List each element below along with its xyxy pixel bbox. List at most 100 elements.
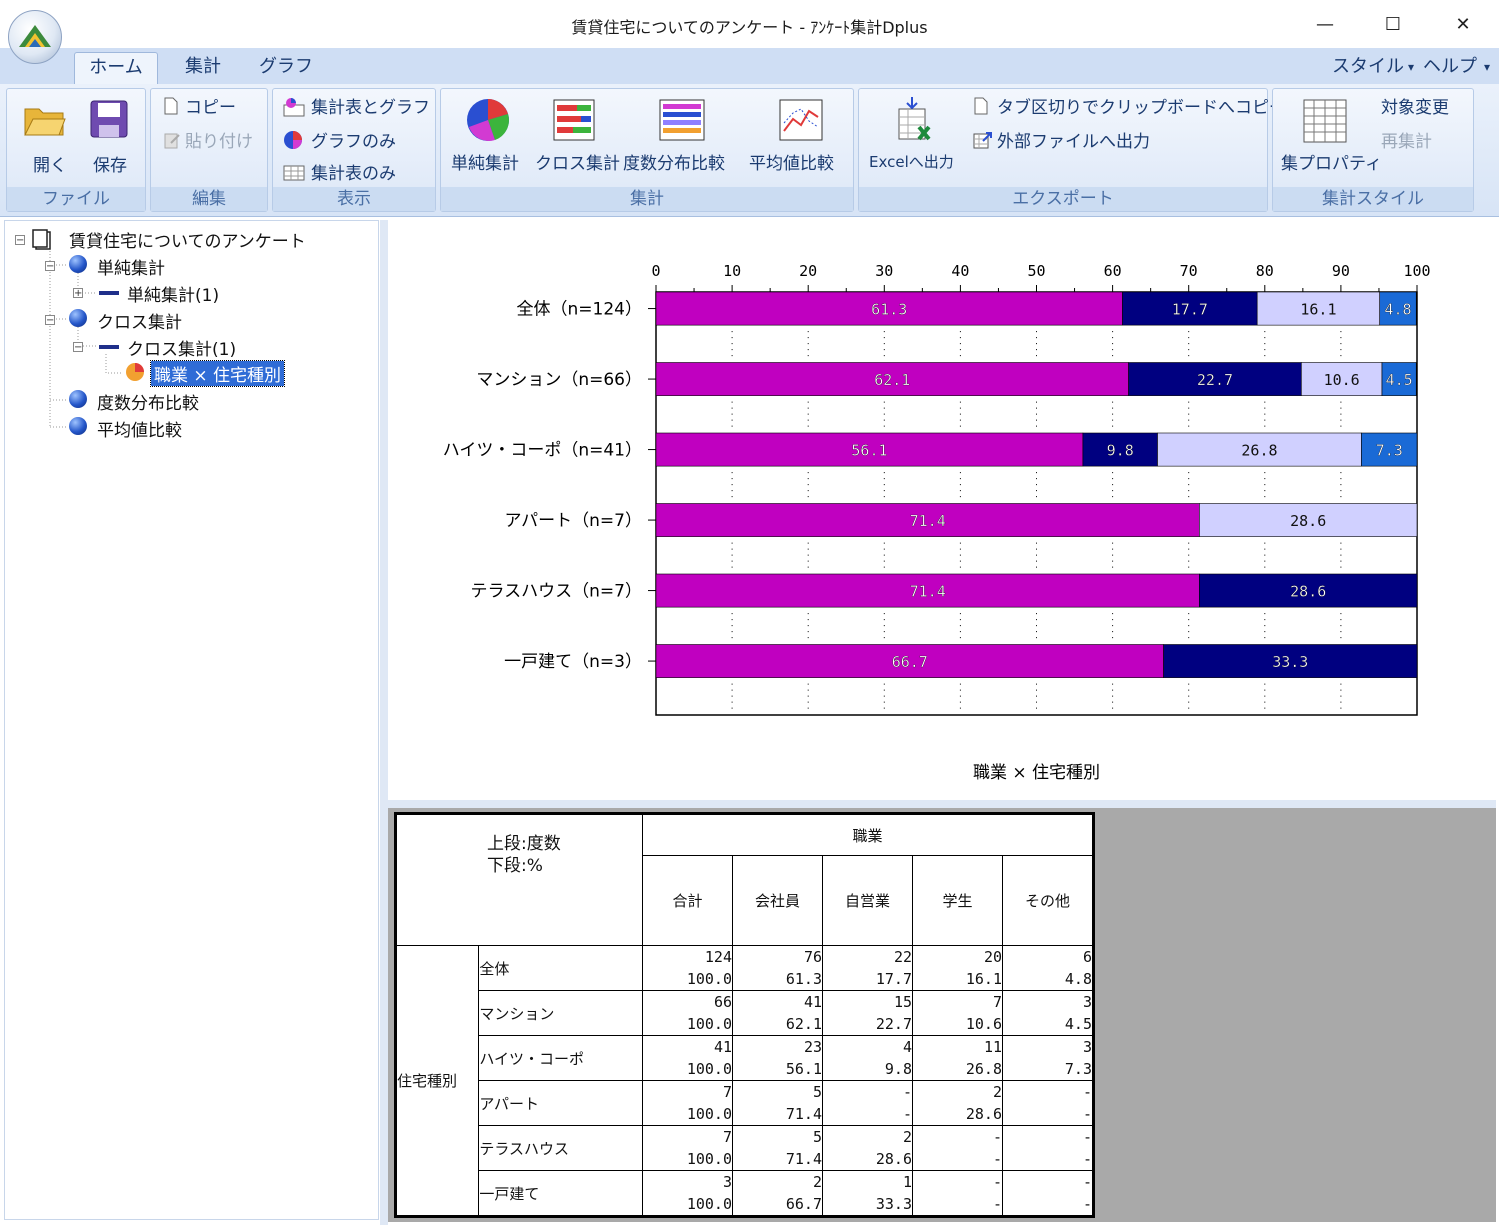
table-cell: 23 56.1 (732, 1035, 823, 1081)
close-button[interactable]: ✕ (1440, 6, 1486, 42)
table-row: テラスハウス 7 100.0 5 71.4 2 28.6- - - - (396, 1125, 1094, 1171)
cell-percent: 100.0 (686, 1060, 732, 1078)
cell-count: 7 (992, 993, 1002, 1011)
row-label: テラスハウス (478, 1125, 643, 1171)
copy-icon (164, 97, 178, 115)
graph-only-button[interactable]: グラフのみ (281, 127, 431, 155)
simple-aggregate-button[interactable]: 単純集計 (445, 93, 531, 174)
tree-cross-leaf[interactable]: 職業 × 住宅種別 (149, 360, 286, 387)
clipboard-copy-button[interactable]: タブ区切りでクリップボードへコピー (971, 93, 1286, 119)
data-label: 33.3 (1272, 653, 1308, 671)
cell-count: 4 (902, 1038, 912, 1056)
tree-cross-child[interactable]: クロス集計(1) (127, 335, 236, 360)
simple-aggregate-label: 単純集計 (451, 154, 519, 174)
table-cell: 5 71.4 (732, 1125, 823, 1171)
document-icon (32, 229, 51, 250)
freq-compare-button[interactable]: 度数分布比較 (621, 93, 745, 174)
col-header-self-employed: 自営業 (822, 855, 913, 946)
cell-count: 3 (1082, 993, 1092, 1011)
table-cell: 7 100.0 (642, 1080, 733, 1126)
cell-percent: - (992, 1150, 1002, 1168)
help-menu[interactable]: ヘルプ (1420, 52, 1480, 84)
open-button[interactable]: 開く (17, 95, 73, 176)
chart-pane: 0 10 20 30 40 50 60 70 80 90 100 全体（n=124） 61.3 17.7 1… (388, 224, 1496, 800)
tree-root[interactable]: 賃貸住宅についてのアンケート (69, 227, 306, 252)
cross-child-collapse-toggle[interactable]: − (73, 342, 83, 353)
table-corner: 上段:度数 下段:% (395, 813, 643, 946)
cell-count: - (992, 1128, 1002, 1146)
cell-count: 3 (1082, 1038, 1092, 1056)
cell-percent: 4.5 (1064, 1015, 1092, 1033)
category-label: アパート（n=7） (505, 511, 643, 531)
tree-simple-child[interactable]: 単純集計(1) (127, 281, 219, 306)
tree-cross[interactable]: クロス集計 (97, 308, 182, 333)
tree-freq[interactable]: 度数分布比較 (97, 389, 199, 414)
table-row: 一戸建て 3 100.0 2 66.7 1 33.3- - - - (396, 1170, 1094, 1217)
horizontal-splitter[interactable] (388, 800, 1496, 808)
external-file-export-label: 外部ファイルへ出力 (997, 132, 1150, 152)
pie-chart-icon (126, 363, 144, 381)
cell-percent: 71.4 (785, 1105, 822, 1123)
tab-home[interactable]: ホーム (74, 52, 158, 84)
table-cell: 6 4.8 (1002, 945, 1094, 991)
excel-export-button[interactable]: Excelへ出力 (865, 93, 965, 173)
cell-count: - (1082, 1083, 1092, 1101)
vertical-splitter[interactable] (380, 220, 388, 1225)
style-menu[interactable]: スタイル (1330, 52, 1406, 84)
cell-count: 124 (704, 948, 732, 966)
pie-chart-icon (284, 131, 302, 149)
data-label: 16.1 (1300, 301, 1336, 319)
tree-mean[interactable]: 平均値比較 (97, 416, 182, 441)
table-and-graph-button[interactable]: 集計表とグラフ (281, 93, 435, 121)
cell-percent: 100.0 (686, 1150, 732, 1168)
cell-count: - (1082, 1128, 1092, 1146)
x-tick-label: 100 (1403, 262, 1430, 280)
mean-compare-label: 平均値比較 (749, 154, 834, 174)
minimize-button[interactable]: — (1302, 6, 1348, 42)
table-cell: 7 100.0 (642, 1125, 733, 1171)
maximize-button[interactable]: ☐ (1370, 6, 1416, 42)
paste-button[interactable]: 貼り付け (161, 127, 265, 153)
table-cell: 41 100.0 (642, 1035, 733, 1081)
table-cell: 124 100.0 (642, 945, 733, 991)
data-label: 9.8 (1107, 442, 1134, 460)
cell-count: 2 (812, 1173, 822, 1191)
cross-collapse-toggle[interactable]: − (45, 315, 55, 326)
tree-simple[interactable]: 単純集計 (97, 254, 165, 279)
mean-compare-button[interactable]: 平均値比較 (747, 93, 853, 174)
external-file-export-button[interactable]: 外部ファイルへ出力 (971, 127, 1171, 153)
help-dropdown-icon[interactable]: ▾ (1480, 52, 1494, 84)
cell-count: 76 (803, 948, 822, 966)
table-only-button[interactable]: 集計表のみ (281, 161, 431, 187)
style-dropdown-icon[interactable]: ▾ (1404, 52, 1418, 84)
cross-aggregate-button[interactable]: クロス集計 (533, 93, 620, 174)
group-file-label: ファイル (7, 187, 145, 211)
properties-button[interactable]: 集プロパティ (1277, 93, 1382, 174)
cell-count: 5 (812, 1128, 822, 1146)
recalculate-button[interactable]: 再集計 (1381, 127, 1432, 152)
table-and-graph-label: 集計表とグラフ (311, 98, 430, 118)
cell-count: 7 (722, 1083, 732, 1101)
table-cell: 5 71.4 (732, 1080, 823, 1126)
x-tick-label: 80 (1256, 262, 1274, 280)
simple-child-expand-toggle[interactable]: + (73, 288, 83, 299)
copy-button[interactable]: コピー (161, 93, 261, 119)
cell-count: 66 (713, 993, 732, 1011)
col-header-other: その他 (1002, 855, 1094, 946)
app-logo-icon[interactable] (8, 10, 62, 64)
cell-percent: 56.1 (785, 1060, 822, 1078)
cell-count: 20 (983, 948, 1002, 966)
tab-graph[interactable]: グラフ (248, 52, 324, 84)
simple-collapse-toggle[interactable]: − (45, 261, 55, 272)
table-cell: 20 16.1 (912, 945, 1003, 991)
tab-aggregate[interactable]: 集計 (168, 52, 238, 84)
table-row: マンション 66 100.0 41 62.1 15 22.7 7 10.6 3 4.5 (396, 990, 1094, 1036)
cell-percent: 71.4 (785, 1150, 822, 1168)
window-title: 賃貸住宅についてのアンケート - ｱﾝｹｰﾄ集計Dplus (571, 18, 928, 37)
save-label: 保存 (93, 156, 127, 176)
cell-percent: - (1082, 1195, 1092, 1213)
save-button[interactable]: 保存 (79, 95, 139, 176)
cell-percent: 22.7 (875, 1015, 912, 1033)
root-collapse-toggle[interactable]: − (15, 235, 25, 246)
change-target-button[interactable]: 対象変更 (1381, 93, 1449, 118)
